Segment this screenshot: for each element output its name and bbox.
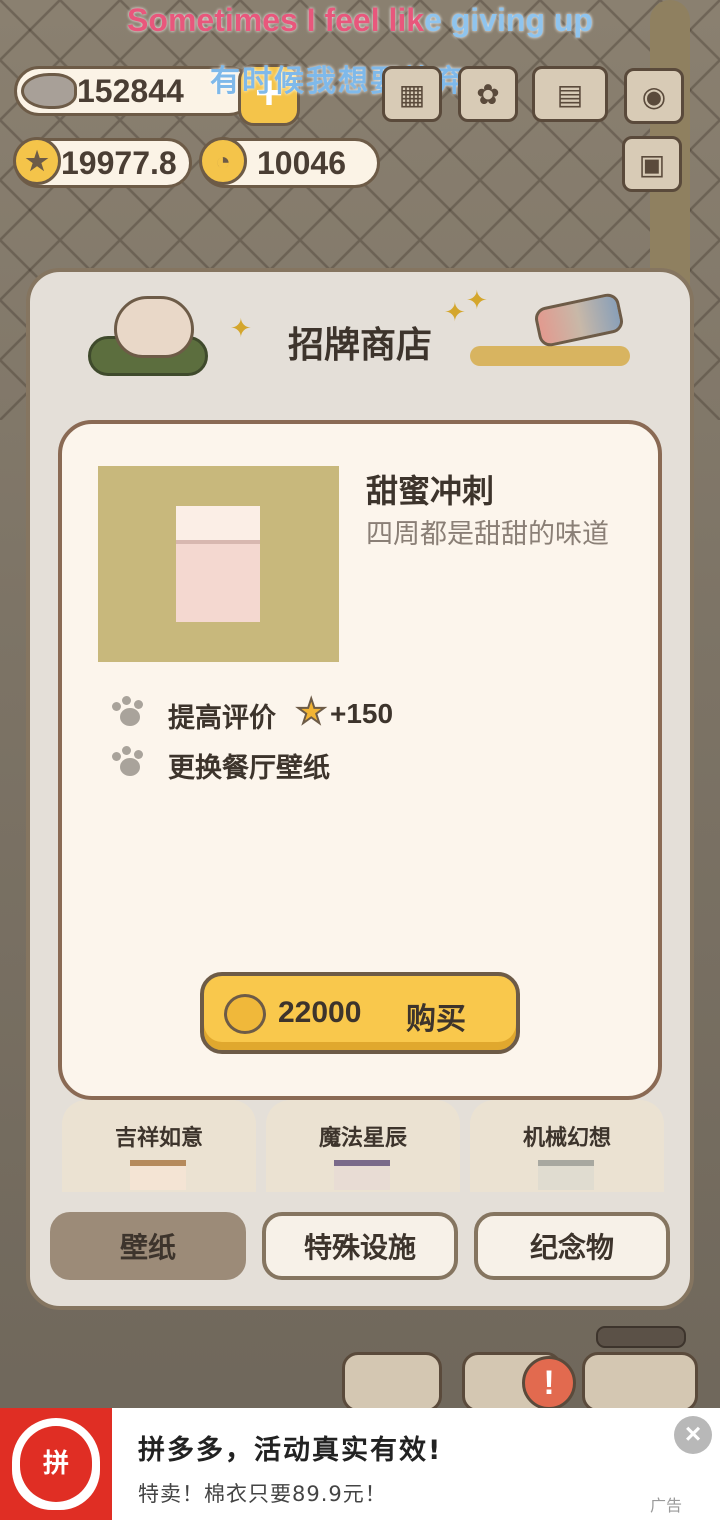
wallpaper-thumbnail <box>538 1160 594 1190</box>
tab-special-facilities[interactable]: 特殊设施 <box>262 1212 458 1280</box>
wallpaper-card[interactable]: 机械幻想 <box>470 1100 664 1192</box>
paw-icon <box>110 696 146 728</box>
bell-icon: ◔ <box>199 137 247 185</box>
feature-wallpaper: 更换餐厅壁纸 <box>168 753 330 784</box>
paw-icon <box>110 746 146 778</box>
buy-button[interactable]: 22000 购买 <box>200 972 520 1054</box>
scroll-handle[interactable] <box>596 1326 686 1348</box>
bell-currency: ◔ 10046 <box>199 137 380 188</box>
bottom-menu-button[interactable] <box>342 1352 442 1412</box>
ad-banner[interactable]: 拼 拼多多，活动真实有效! 特卖！棉衣只要89.9元！ <box>0 1408 720 1520</box>
feature-rating: 提高评价 <box>168 703 276 734</box>
subtitle-english: Sometimes I feel like giving up <box>127 2 593 38</box>
fish-icon <box>21 73 77 109</box>
calendar-icon[interactable]: ▦ <box>382 66 442 122</box>
item-description: 四周都是甜甜的味道 <box>366 519 609 550</box>
wallpaper-name: 吉祥如意 <box>114 1126 203 1151</box>
camera-icon[interactable]: ◉ <box>624 68 684 124</box>
settings-gear-icon[interactable]: ✿ <box>458 66 518 122</box>
wallpaper-thumbnail <box>130 1160 186 1190</box>
ad-title: 拼多多，活动真实有效! <box>138 1435 443 1466</box>
item-preview-image <box>98 466 339 662</box>
wallpaper-card[interactable]: 吉祥如意 <box>62 1100 256 1192</box>
bottom-menu-button[interactable] <box>582 1352 698 1412</box>
close-icon[interactable]: × <box>674 1416 712 1454</box>
item-name: 甜蜜冲刺 <box>366 472 495 510</box>
wallpaper-name: 机械幻想 <box>522 1126 611 1151</box>
buy-label: 购买 <box>406 1002 466 1037</box>
ad-tag: 广告 <box>650 1496 683 1515</box>
ad-logo: 拼 <box>0 1408 112 1520</box>
wallpaper-card[interactable]: 魔法星辰 <box>266 1100 460 1192</box>
rating-bonus: +150 <box>330 698 394 729</box>
star-icon: ★ <box>13 137 61 185</box>
tab-souvenirs[interactable]: 纪念物 <box>474 1212 670 1280</box>
bell-icon <box>224 994 266 1034</box>
star-rating-icon: ★ <box>295 691 328 733</box>
star-count: 19977.8 <box>61 144 177 181</box>
ad-subtitle: 特卖！棉衣只要89.9元！ <box>138 1482 387 1506</box>
star-currency: ★ 19977.8 <box>13 137 192 188</box>
bell-count: 10046 <box>257 144 346 181</box>
catbook-icon[interactable]: ▤ <box>532 66 608 122</box>
item-price: 22000 <box>278 996 362 1029</box>
paint-roller-icon <box>460 291 630 370</box>
wallpaper-name: 魔法星辰 <box>318 1126 407 1151</box>
wallpaper-thumbnail <box>334 1160 390 1190</box>
notification-badge[interactable]: ! <box>522 1356 576 1410</box>
tab-wallpaper[interactable]: 壁纸 <box>50 1212 246 1280</box>
fish-count: 152844 <box>77 72 184 109</box>
newspaper-icon[interactable]: ▣ <box>622 136 682 192</box>
